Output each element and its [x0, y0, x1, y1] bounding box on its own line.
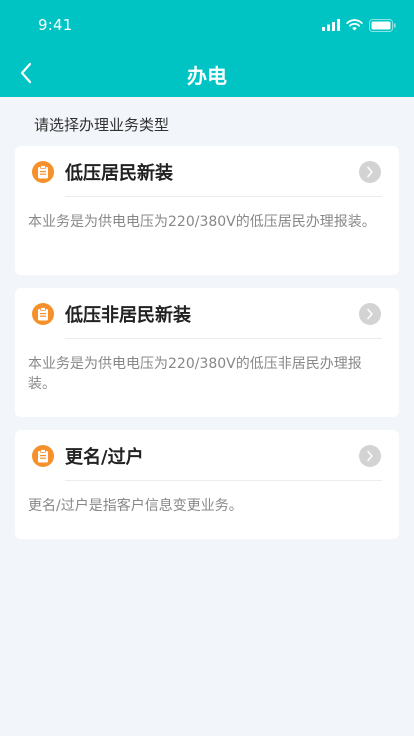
card-description: 本业务是为供电电压为220/380V的低压非居民办理报装。 — [28, 356, 362, 392]
status-icons — [322, 18, 396, 32]
card-description: 本业务是为供电电压为220/380V的低压居民办理报装。 — [28, 214, 376, 230]
battery-icon — [369, 18, 396, 32]
chevron-right-icon[interactable] — [359, 161, 381, 183]
status-time: 9:41 — [38, 16, 73, 34]
card-divider — [65, 480, 382, 481]
card-description: 更名/过户是指客户信息变更业务。 — [28, 498, 243, 514]
clipboard-icon — [32, 445, 54, 467]
service-card-low-voltage-residential[interactable]: 低压居民新装 本业务是为供电电压为220/380V的低压居民办理报装。 — [15, 146, 399, 275]
chevron-right-icon[interactable] — [359, 303, 381, 325]
signal-icon — [322, 19, 340, 31]
service-card-rename-transfer[interactable]: 更名/过户 更名/过户是指客户信息变更业务。 — [15, 430, 399, 539]
card-header: 更名/过户 — [15, 430, 399, 480]
card-divider — [65, 196, 382, 197]
clipboard-icon — [32, 303, 54, 325]
clipboard-icon — [32, 161, 54, 183]
service-card-low-voltage-non-residential[interactable]: 低压非居民新装 本业务是为供电电压为220/380V的低压非居民办理报装。 — [15, 288, 399, 417]
wifi-icon — [346, 19, 363, 31]
card-title: 低压非居民新装 — [65, 305, 191, 326]
card-header: 低压非居民新装 — [15, 288, 399, 338]
card-divider — [65, 338, 382, 339]
section-hint: 请选择办理业务类型 — [34, 116, 170, 134]
chevron-right-icon[interactable] — [359, 445, 381, 467]
status-bar: 9:41 — [0, 0, 414, 48]
card-header: 低压居民新装 — [15, 146, 399, 196]
nav-bar: 办电 — [0, 48, 414, 97]
card-title: 低压居民新装 — [65, 163, 173, 184]
page-title: 办电 — [187, 64, 227, 88]
card-title: 更名/过户 — [65, 447, 144, 468]
app-header: 9:41 办电 — [0, 0, 414, 97]
